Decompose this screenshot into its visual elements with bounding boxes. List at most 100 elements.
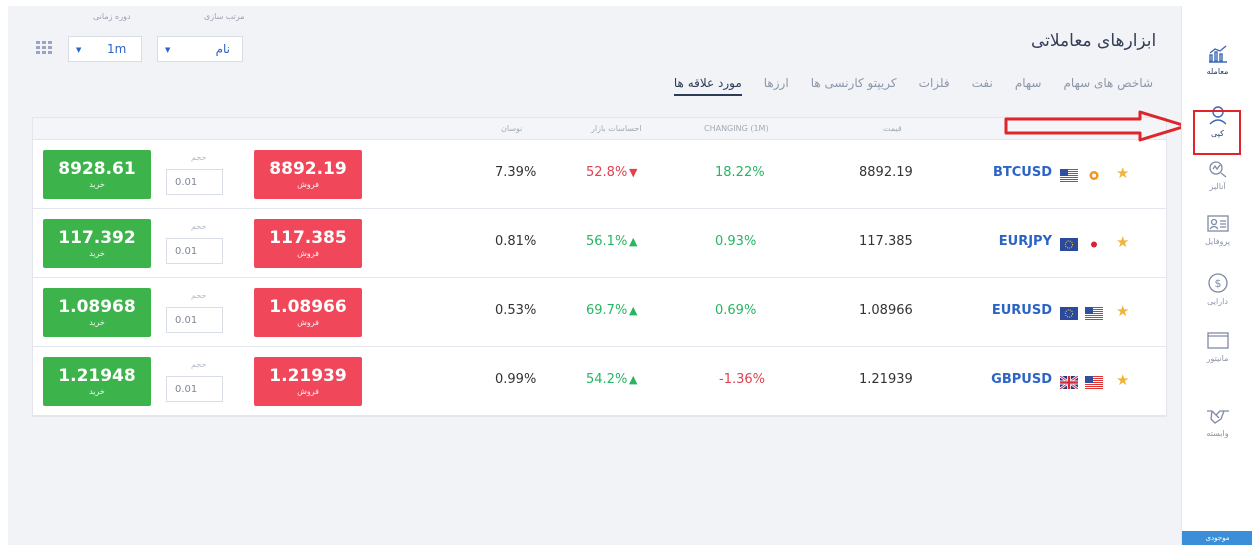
right-sidebar: موجودی معامله کپی آنالیز پروفایل $ دارایی مانی… bbox=[1181, 6, 1252, 545]
symbol[interactable]: EURUSD bbox=[992, 303, 1052, 318]
chevron-down-icon: ▼ bbox=[76, 46, 82, 54]
sentiment-value: 52.8% bbox=[586, 165, 628, 180]
volume-label: حجم bbox=[191, 291, 207, 300]
tab-4[interactable]: نفت bbox=[972, 76, 993, 96]
favorite-star-icon[interactable]: ★ bbox=[1116, 164, 1129, 182]
price: 1.08966 bbox=[859, 303, 913, 318]
instruments-table: نوسان احساسات بازار CHANGING (1M) قیمت ★… bbox=[32, 117, 1167, 417]
sidebar-item-6[interactable]: وابسته bbox=[1182, 402, 1252, 458]
sort-value: نام bbox=[215, 42, 230, 56]
sidebar-item-4[interactable]: $ دارایی bbox=[1182, 268, 1252, 324]
flag-us-icon bbox=[1085, 374, 1103, 389]
tab-6[interactable]: شاخص های سهام bbox=[1063, 76, 1153, 96]
changing-value: 0.93% bbox=[715, 234, 757, 249]
arrow-up-icon: ▲ bbox=[629, 304, 638, 317]
volatility-value: 0.81% bbox=[495, 234, 537, 249]
svg-text:$: $ bbox=[1214, 277, 1221, 290]
sell-price: 1.08966 bbox=[269, 296, 347, 317]
period-label: دوره زمانی bbox=[93, 12, 131, 21]
favorite-star-icon[interactable]: ★ bbox=[1116, 302, 1129, 320]
page-title: ابزارهای معاملاتی bbox=[1031, 31, 1157, 51]
volume-input[interactable]: 0.01 bbox=[166, 238, 223, 264]
profile-card-icon bbox=[1206, 214, 1229, 234]
sell-button[interactable]: 1.21939 فروش bbox=[254, 357, 362, 406]
flag-us-icon bbox=[1060, 167, 1078, 182]
volume-label: حجم bbox=[191, 222, 207, 231]
sentiment-value: 69.7% bbox=[586, 303, 628, 318]
buy-price: 1.21948 bbox=[58, 365, 136, 386]
sidebar-item-label: وابسته bbox=[1206, 429, 1229, 438]
price: 8892.19 bbox=[859, 165, 913, 180]
sell-label: فروش bbox=[297, 386, 319, 396]
col-volatility: نوسان bbox=[501, 124, 523, 133]
grid-view-icon[interactable] bbox=[36, 41, 52, 55]
arrow-down-icon: ▼ bbox=[629, 166, 638, 179]
table-row: ★ EURUSD 1.08966 0.69% 69.7% ▲ 0.53% 1.08966 فرو… bbox=[33, 278, 1166, 347]
changing-value: -1.36% bbox=[719, 372, 765, 387]
sidebar-item-2[interactable]: آنالیز bbox=[1182, 153, 1252, 209]
flag-us-icon bbox=[1085, 305, 1103, 320]
flag-eu-icon bbox=[1060, 236, 1078, 251]
col-changing: CHANGING (1M) bbox=[704, 124, 769, 133]
balance-bar[interactable]: موجودی bbox=[1182, 531, 1252, 545]
buy-label: خرید bbox=[89, 386, 105, 396]
favorite-star-icon[interactable]: ★ bbox=[1116, 371, 1129, 389]
sell-button[interactable]: 1.08966 فروش bbox=[254, 288, 362, 337]
tab-2[interactable]: کریپتو کارنسی ها bbox=[811, 76, 897, 96]
buy-button[interactable]: 8928.61 خرید bbox=[43, 150, 151, 199]
sort-select[interactable]: ▼ نام bbox=[157, 36, 243, 62]
buy-label: خرید bbox=[89, 317, 105, 327]
symbol[interactable]: BTCUSD bbox=[993, 165, 1052, 180]
sidebar-item-label: معامله bbox=[1206, 67, 1229, 76]
sidebar-item-0[interactable]: معامله bbox=[1182, 40, 1252, 96]
period-value: 1m bbox=[107, 42, 127, 56]
arrow-up-icon: ▲ bbox=[629, 373, 638, 386]
annotation-arrow-icon bbox=[1004, 110, 1188, 142]
volume-input[interactable]: 0.01 bbox=[166, 376, 223, 402]
buy-button[interactable]: 1.21948 خرید bbox=[43, 357, 151, 406]
tab-1[interactable]: ارزها bbox=[764, 76, 789, 96]
volatility-value: 7.39% bbox=[495, 165, 537, 180]
sentiment-value: 56.1% bbox=[586, 234, 628, 249]
volatility-value: 0.53% bbox=[495, 303, 537, 318]
sidebar-item-label: مانیتور bbox=[1206, 354, 1229, 363]
sell-button[interactable]: 8892.19 فروش bbox=[254, 150, 362, 199]
sell-price: 1.21939 bbox=[269, 365, 347, 386]
volume-input[interactable]: 0.01 bbox=[166, 169, 223, 195]
symbol[interactable]: GBPUSD bbox=[991, 372, 1052, 387]
buy-button[interactable]: 1.08968 خرید bbox=[43, 288, 151, 337]
sell-button[interactable]: 117.385 فروش bbox=[254, 219, 362, 268]
flag-gb-icon bbox=[1059, 374, 1079, 391]
table-header: نوسان احساسات بازار CHANGING (1M) قیمت bbox=[33, 118, 1166, 140]
sentiment-value: 54.2% bbox=[586, 372, 628, 387]
volume-label: حجم bbox=[191, 360, 207, 369]
sell-label: فروش bbox=[297, 179, 319, 189]
flag-btc-icon bbox=[1085, 167, 1103, 182]
sidebar-item-label: پروفایل bbox=[1204, 237, 1231, 246]
volume-input[interactable]: 0.01 bbox=[166, 307, 223, 333]
volatility-value: 0.99% bbox=[495, 372, 537, 387]
handshake-icon bbox=[1206, 406, 1230, 426]
buy-button[interactable]: 117.392 خرید bbox=[43, 219, 151, 268]
tab-3[interactable]: فلزات bbox=[919, 76, 950, 96]
table-row: ★ GBPUSD 1.21939 -1.36% 54.2% ▲ 0.99% 1.21939 فر… bbox=[33, 347, 1166, 416]
favorite-star-icon[interactable]: ★ bbox=[1116, 233, 1129, 251]
tab-0[interactable]: مورد علاقه ها bbox=[673, 76, 742, 96]
symbol[interactable]: EURJPY bbox=[999, 234, 1052, 249]
period-select[interactable]: ▼ 1m bbox=[68, 36, 142, 62]
sort-label: مرتب سازی bbox=[204, 12, 245, 21]
trade-chart-icon bbox=[1207, 44, 1229, 64]
volume-label: حجم bbox=[191, 153, 207, 162]
buy-price: 8928.61 bbox=[58, 158, 136, 179]
sell-label: فروش bbox=[297, 317, 319, 327]
chevron-down-icon: ▼ bbox=[165, 46, 171, 54]
highlight-box bbox=[1193, 110, 1241, 155]
category-tabs: مورد علاقه ها ارزها کریپتو کارنسی ها فلزات ن… bbox=[673, 76, 1153, 96]
flag-jp-icon bbox=[1085, 236, 1103, 251]
sidebar-item-3[interactable]: پروفایل bbox=[1182, 210, 1252, 266]
table-row: ★ EURJPY 117.385 0.93% 56.1% ▲ 0.81% 117.385 فرو… bbox=[33, 209, 1166, 278]
sidebar-item-5[interactable]: مانیتور bbox=[1182, 327, 1252, 383]
tab-5[interactable]: سهام bbox=[1015, 76, 1042, 96]
price: 117.385 bbox=[859, 234, 913, 249]
sell-price: 8892.19 bbox=[269, 158, 347, 179]
